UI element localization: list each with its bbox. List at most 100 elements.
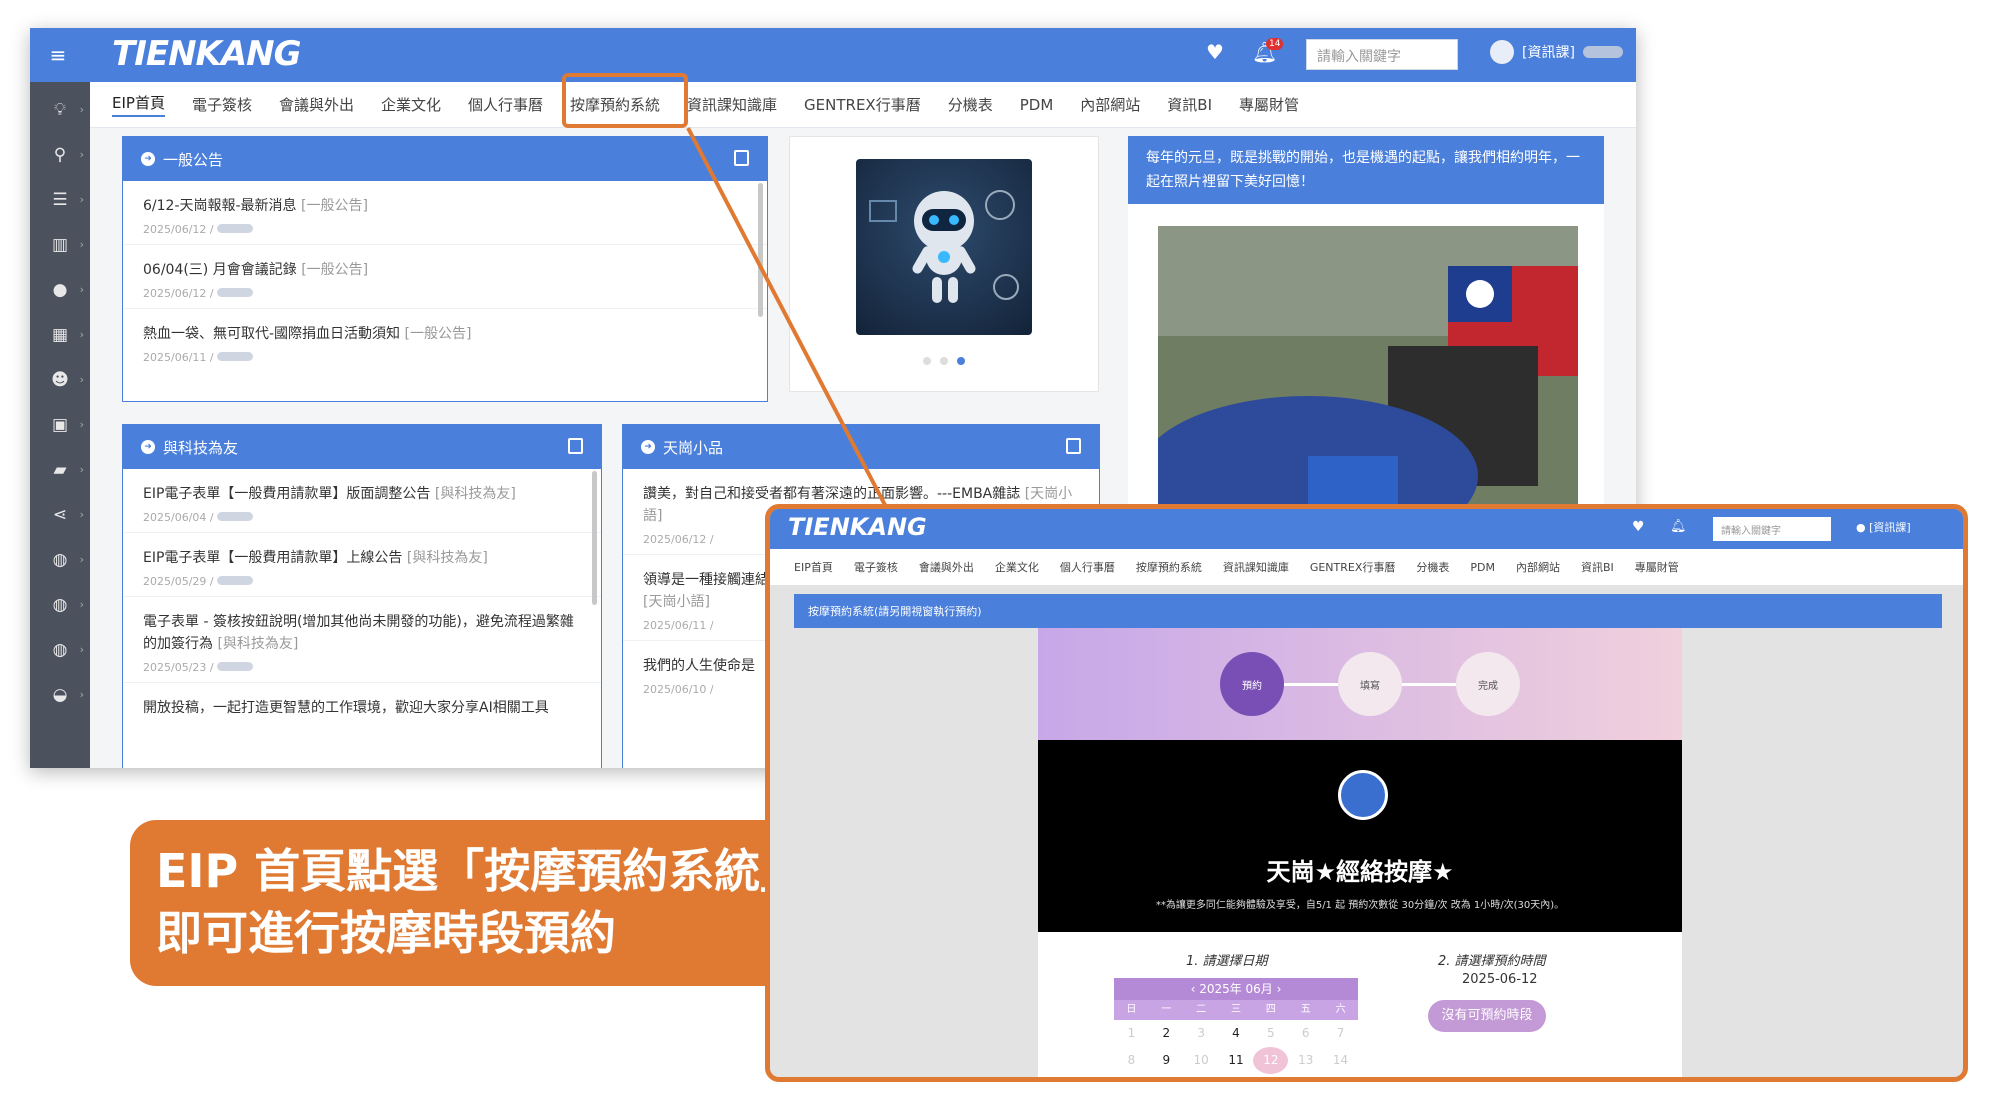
globe-icon-3[interactable]: ◍ › [30, 630, 90, 670]
nav-finance[interactable]: 專屬財管 [1635, 559, 1679, 575]
callout-line-1: EIP 首頁點選「按摩預約系統」 [156, 844, 807, 898]
tienkang-logo: TIENKANG [112, 34, 302, 74]
panel-header: ➜ 與科技為友 [123, 425, 601, 469]
banner-subtitle: **為讓更多同仁能夠體驗及享受，自5/1 起 預約次數從 30分鐘/次 改為 1… [1155, 900, 1565, 911]
item-tag: [一般公告] [301, 198, 368, 214]
massage-banner: 天崗★經絡按摩★ **為讓更多同仁能夠體驗及享受，自5/1 起 預約次數從 30… [1038, 740, 1682, 932]
globe-icon[interactable]: ◍ › [30, 540, 90, 580]
nav-intranet[interactable]: 內部網站 [1080, 94, 1140, 115]
nav-pdm[interactable]: PDM [1470, 561, 1495, 574]
book-icon[interactable]: ▰ › [30, 450, 90, 490]
calendar-month[interactable]: ‹ 2025年 06月 › [1114, 978, 1358, 1000]
nav-it-kb[interactable]: 資訊課知識庫 [1223, 559, 1289, 575]
archive-icon[interactable]: ▣ › [30, 405, 90, 445]
tienkang-logo: TIENKANG [788, 513, 927, 541]
chart-icon[interactable]: ▥ › [30, 225, 90, 265]
highlight-box [562, 73, 688, 128]
scrollbar[interactable] [758, 183, 763, 317]
user-icon[interactable]: ● › [30, 270, 90, 310]
carousel-dot[interactable] [940, 357, 948, 365]
list-item[interactable]: EIP電子表單【一般費用請款單】版面調整公告 [與科技為友] 2025/06/0… [123, 469, 601, 533]
carousel-dot-active[interactable] [957, 357, 965, 365]
item-tag: [與科技為友] [217, 636, 299, 652]
scrollbar[interactable] [592, 471, 597, 605]
top-bar: TIENKANG ♥ 🔔︎ 請輸入關鍵字 ● [資訊課] [770, 509, 1963, 549]
step-connector [1402, 683, 1456, 686]
item-date: 2025/06/12 / [143, 223, 214, 236]
no-slot-button[interactable]: 沒有可預約時段 [1428, 1000, 1546, 1032]
heart-icon[interactable]: ♥ [1632, 519, 1645, 535]
item-title: 熱血一袋、無可取代-國際捐血日活動須知 [143, 326, 401, 342]
item-date: 2025/06/11 / [143, 351, 214, 364]
nav-pdm[interactable]: PDM [1020, 96, 1054, 114]
carousel-dot[interactable] [923, 357, 931, 365]
nav-massage-booking[interactable]: 按摩預約系統 [1136, 559, 1202, 575]
globe-icon-2[interactable]: ◍ › [30, 585, 90, 625]
banner-title: 天崗★經絡按摩★ [1266, 858, 1454, 886]
item-title: 06/04(三) 月會會議記錄 [143, 262, 297, 278]
panel-header: ➜ 天崗小品 [623, 425, 1099, 469]
list-item[interactable]: 熱血一袋、無可取代-國際捐血日活動須知 [一般公告] 2025/06/11 / [123, 309, 767, 372]
nav-culture[interactable]: 企業文化 [995, 559, 1039, 575]
item-title: EIP電子表單【一般費用請款單】版面調整公告 [143, 486, 431, 502]
nav-e-signoff[interactable]: 電子簽核 [192, 94, 252, 115]
calendar[interactable]: ‹ 2025年 06月 › 日一二三四五六 1234567 8 9 10 11 12 13… [1114, 978, 1358, 1077]
nav-calendar[interactable]: 個人行事曆 [1060, 559, 1115, 575]
nav-extensions[interactable]: 分機表 [948, 94, 993, 115]
nav-meetings[interactable]: 會議與外出 [919, 559, 974, 575]
list-item[interactable]: 6/12-天崗報報-最新消息 [一般公告] 2025/06/12 / [123, 181, 767, 245]
copy-icon[interactable] [734, 150, 749, 166]
chevron-right-icon: ➜ [141, 152, 155, 166]
search-input[interactable]: 請輸入關鍵字 [1306, 39, 1458, 70]
list-item[interactable]: 電子表單 - 簽核按鈕說明(增加其他尚未開發的功能)，避免流程過繁雜的加簽行為 … [123, 597, 601, 683]
user-dept: [資訊課] [1869, 521, 1911, 534]
search-input[interactable]: 請輸入關鍵字 [1713, 517, 1831, 541]
nav-extensions[interactable]: 分機表 [1416, 559, 1449, 575]
callout-line-2: 即可進行按摩時段預約 [156, 906, 616, 960]
list-item[interactable]: 06/04(三) 月會會議記錄 [一般公告] 2025/06/12 / [123, 245, 767, 309]
bell-icon[interactable]: 🔔︎ [1670, 519, 1687, 534]
dashboard-icon[interactable]: ◒ › [30, 675, 90, 715]
nav-intranet[interactable]: 內部網站 [1516, 559, 1560, 575]
nav-it-kb[interactable]: 資訊課知識庫 [687, 94, 777, 115]
heart-icon[interactable]: ♥ [1206, 40, 1224, 64]
item-title: 開放投稿，一起打造更智慧的工作環境，歡迎大家分享AI相關工具 [143, 700, 549, 716]
avatar [1490, 40, 1514, 64]
server-icon[interactable]: ☰ › [30, 180, 90, 220]
nav-calendar[interactable]: 個人行事曆 [468, 94, 543, 115]
copy-icon[interactable] [568, 438, 583, 454]
nav-gentrex[interactable]: GENTREX行事曆 [1310, 559, 1396, 575]
top-bar: ≡ TIENKANG ♥ 🔔︎ 14 請輸入關鍵字 [資訊課] [30, 28, 1636, 82]
list-item[interactable]: 開放投稿，一起打造更智慧的工作環境，歡迎大家分享AI相關工具 [123, 683, 601, 727]
nav-eip-home[interactable]: EIP首頁 [112, 92, 165, 117]
menu-icon[interactable]: ≡ [44, 42, 72, 68]
nav-gentrex[interactable]: GENTREX行事曆 [804, 94, 921, 115]
lightbulb-icon[interactable]: 💡︎ › [30, 90, 90, 130]
panel-title: 天崗小品 [663, 438, 724, 457]
copy-icon[interactable] [1066, 438, 1081, 454]
search-icon[interactable]: ⚲ › [30, 135, 90, 175]
instruction-callout: EIP 首頁點選「按摩預約系統」 即可進行按摩時段預約 [130, 820, 854, 986]
share-icon[interactable]: ⋖ › [30, 495, 90, 535]
user-menu[interactable]: [資訊課] [1490, 40, 1623, 64]
nav-e-signoff[interactable]: 電子簽核 [854, 559, 898, 575]
item-title: 6/12-天崗報報-最新消息 [143, 198, 297, 214]
panel-title: 一般公告 [163, 150, 224, 169]
nav-meetings[interactable]: 會議與外出 [279, 94, 354, 115]
item-date: 2025/06/11 / [643, 619, 714, 632]
item-date: 2025/06/04 / [143, 511, 214, 524]
nav-finance[interactable]: 專屬財管 [1239, 94, 1299, 115]
nav-it-bi[interactable]: 資訊BI [1581, 559, 1614, 575]
item-tag: [與科技為友] [434, 486, 516, 502]
nav-eip-home[interactable]: EIP首頁 [794, 559, 833, 575]
user-menu[interactable]: ● [資訊課] [1856, 519, 1911, 535]
calendar-days[interactable]: 1234567 891011121314 15161718192021 [1114, 1020, 1358, 1077]
list-item[interactable]: EIP電子表單【一般費用請款單】上線公告 [與科技為友] 2025/05/29 … [123, 533, 601, 597]
building-icon[interactable]: ▦ › [30, 315, 90, 355]
nav-it-bi[interactable]: 資訊BI [1167, 94, 1212, 115]
nav-culture[interactable]: 企業文化 [381, 94, 441, 115]
step-book: 預約 [1220, 652, 1284, 716]
newyear-text: 每年的元旦，既是挑戰的開始，也是機遇的起點，讓我們相約明年，一起在照片裡留下美好… [1128, 136, 1604, 204]
item-tag: [一般公告] [301, 262, 369, 278]
group-icon[interactable]: ☻ › [30, 360, 90, 400]
